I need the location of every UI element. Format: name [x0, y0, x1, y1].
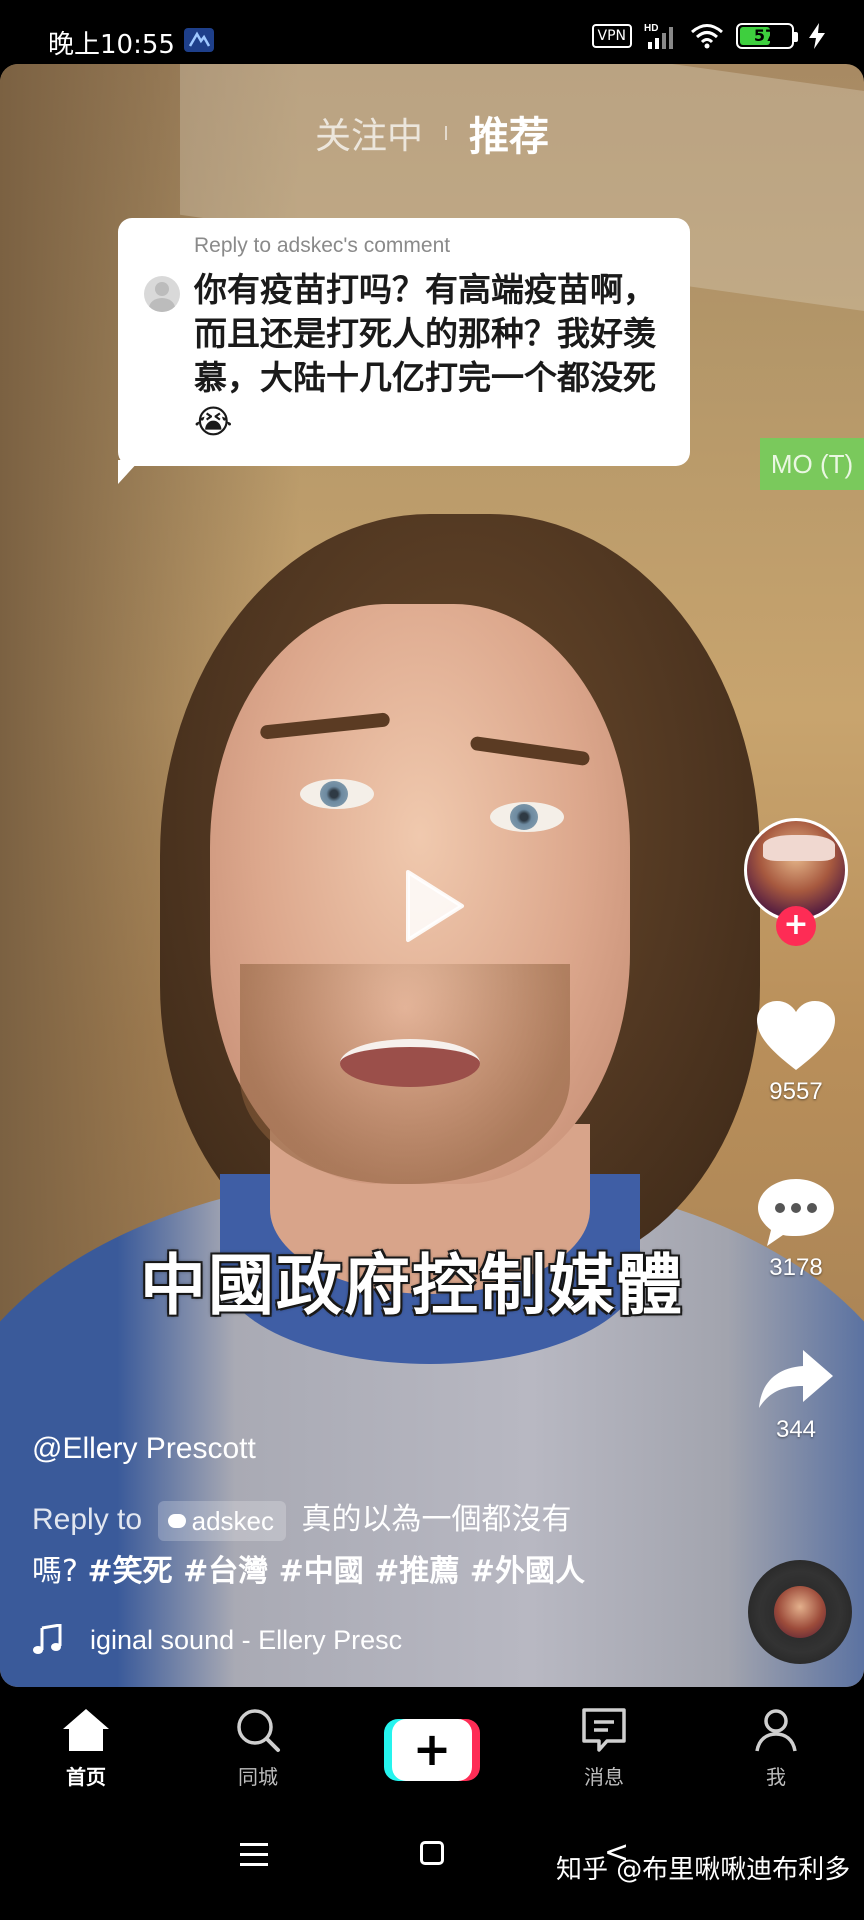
system-home-icon[interactable] — [420, 1841, 444, 1865]
battery-icon: 57 — [736, 23, 798, 49]
reply-user-chip[interactable]: adskec — [157, 1500, 286, 1541]
sound-disc[interactable] — [748, 1560, 852, 1664]
reply-user-name: adskec — [191, 1505, 274, 1536]
system-nav-bar: < 知乎 @布里啾啾迪布利多 — [0, 1807, 864, 1920]
caption-text-line1: 真的以為一個都沒有 — [301, 1502, 572, 1537]
watermark: 知乎 @布里啾啾迪布利多 — [556, 1855, 851, 1885]
sound-title: iginal sound - Ellery Presc — [90, 1624, 403, 1655]
comment-icon — [758, 1179, 834, 1246]
message-icon — [582, 1708, 626, 1752]
reply-comment-sticker[interactable]: Reply to adskec's comment 你有疫苗打吗？有高端疫苗啊，… — [118, 218, 690, 484]
caption-reply-prefix: Reply to — [32, 1503, 143, 1536]
video-person-eye — [300, 779, 374, 809]
status-icons: VPN HD 57 — [591, 22, 829, 50]
recent-apps-icon[interactable] — [240, 1843, 268, 1873]
caption-text-line2: 嗎? — [32, 1554, 78, 1589]
commenter-avatar — [144, 276, 180, 312]
nav-inbox[interactable]: 消息 — [554, 1707, 654, 1790]
nav-nearby-label: 同城 — [238, 1765, 278, 1789]
hd-label: HD — [644, 23, 658, 34]
status-time: 晚上10:55 — [48, 30, 175, 60]
charging-icon — [809, 23, 825, 49]
like-button[interactable]: 9557 — [740, 1000, 852, 1106]
reply-header: Reply to adskec's comment — [194, 234, 451, 257]
video-subtitle: 中國政府控制媒體 — [140, 1247, 684, 1324]
profile-icon — [755, 1709, 797, 1752]
nav-inbox-label: 消息 — [584, 1765, 624, 1789]
share-button[interactable]: 344 — [740, 1348, 852, 1444]
music-note-icon — [33, 1624, 62, 1654]
comment-small-icon — [167, 1513, 186, 1528]
nav-me[interactable]: 我 — [726, 1707, 826, 1790]
nav-me-label: 我 — [766, 1765, 786, 1789]
tab-following[interactable]: 关注中 — [315, 107, 423, 159]
heart-icon — [757, 1001, 835, 1070]
nav-home-label: 首页 — [66, 1765, 106, 1789]
sound-row[interactable]: iginal sound - Ellery Presc — [32, 1624, 430, 1656]
reply-comment-text: 你有疫苗打吗？有高端疫苗啊，而且还是打死人的那种？我好羡慕，大陆十几亿打完一个都… — [194, 270, 656, 441]
battery-level: 57 — [753, 26, 777, 45]
caption-hashtags[interactable]: #笑死 #台灣 #中國 #推薦 #外國人 — [87, 1554, 584, 1589]
home-icon — [63, 1709, 109, 1751]
feed-tabs: 关注中 推荐 — [0, 104, 864, 162]
status-bar: 晚上10:55 VPN HD 57 — [0, 0, 864, 64]
nav-nearby[interactable]: 同城 — [208, 1707, 308, 1790]
create-button[interactable]: + — [384, 1719, 480, 1781]
create-plus-label: + — [392, 1719, 472, 1781]
post-caption: Reply to adskec 真的以為一個都沒有 嗎? #笑死 #台灣 #中國… — [32, 1494, 632, 1598]
signal-icon: HD — [644, 23, 673, 49]
follow-button[interactable]: + — [776, 906, 816, 946]
app-notification-icon — [184, 28, 214, 52]
vpn-badge: VPN — [591, 24, 632, 48]
share-count: 344 — [775, 1416, 817, 1443]
like-count: 9557 — [769, 1078, 823, 1105]
comment-count: 3178 — [769, 1254, 823, 1281]
wifi-icon — [691, 24, 723, 49]
sound-disc-avatar — [774, 1586, 826, 1638]
bottom-nav: 首页 同城 + 消息 我 — [0, 1687, 864, 1807]
comment-button[interactable]: 3178 — [740, 1176, 852, 1282]
overlay-tag: MO (T) — [760, 438, 864, 490]
share-icon — [759, 1350, 833, 1408]
creator-username[interactable]: @Ellery Prescott — [32, 1432, 256, 1466]
tab-divider — [445, 126, 447, 140]
tab-recommended[interactable]: 推荐 — [469, 104, 549, 162]
play-icon[interactable] — [402, 868, 466, 944]
search-icon — [237, 1709, 280, 1752]
video-person-eye — [490, 802, 564, 832]
nav-home[interactable]: 首页 — [36, 1707, 136, 1790]
